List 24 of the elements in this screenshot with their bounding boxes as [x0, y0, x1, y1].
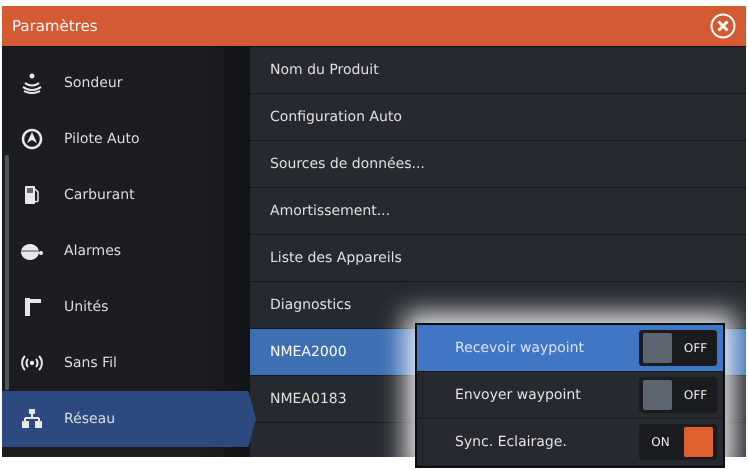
toggle-switch[interactable]: OFF: [639, 330, 717, 366]
menu-item[interactable]: Sources de données...: [250, 141, 746, 188]
close-icon: [710, 13, 736, 39]
menu-item[interactable]: Amortissement...: [250, 188, 746, 235]
toggle-switch[interactable]: ON: [639, 424, 717, 460]
option-label: Sync. Eclairage.: [455, 434, 567, 450]
menu-item[interactable]: Liste des Appareils: [250, 235, 746, 282]
toggle-switch[interactable]: OFF: [639, 377, 717, 413]
sidebar-item[interactable]: Sondeur: [2, 55, 250, 111]
sidebar-item[interactable]: Alarmes: [2, 223, 250, 279]
sidebar-item[interactable]: Carburant: [2, 167, 250, 223]
sidebar-item[interactable]: Sans Fil: [2, 335, 250, 391]
window-title: Paramètres: [12, 17, 98, 35]
scrollbar[interactable]: [5, 155, 9, 390]
option-label: Envoyer waypoint: [455, 387, 581, 403]
menu-item[interactable]: Configuration Auto: [250, 94, 746, 141]
menu-item[interactable]: Nom du Produit: [250, 47, 746, 94]
sidebar-item[interactable]: Pilote Auto: [2, 111, 250, 167]
sidebar-item[interactable]: Réseau: [2, 391, 256, 447]
close-button[interactable]: [710, 13, 736, 39]
option-label: Recevoir waypoint: [455, 340, 584, 356]
sonar-icon: [20, 71, 44, 95]
network-icon: [20, 407, 44, 431]
sidebar-item[interactable]: Unités: [2, 279, 250, 335]
